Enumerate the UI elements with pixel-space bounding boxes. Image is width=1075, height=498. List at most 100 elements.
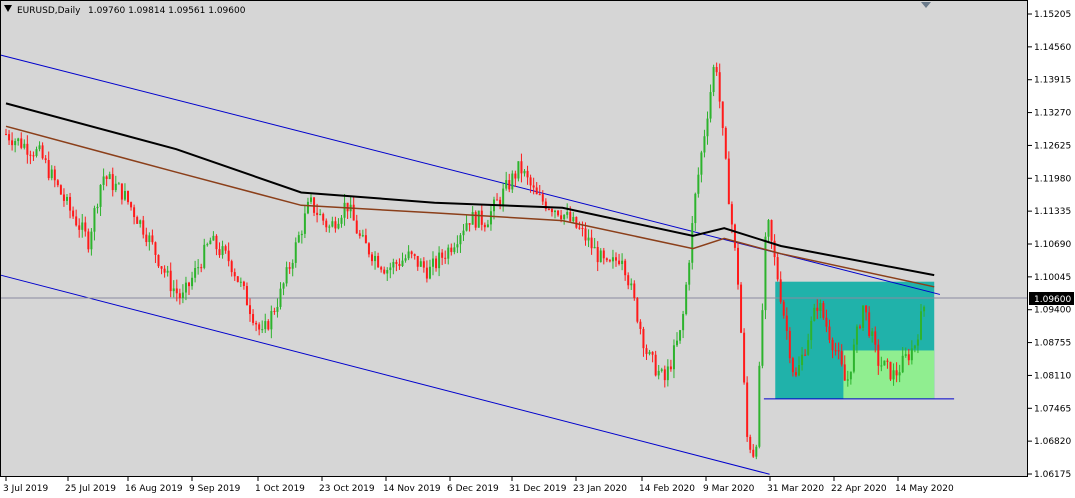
bear-candle <box>633 283 636 299</box>
price-tick-label: 1.06820 <box>1034 437 1071 447</box>
bear-candle <box>575 216 578 228</box>
bear-candle <box>288 267 291 269</box>
bear-candle <box>541 194 544 202</box>
bear-candle <box>877 344 880 366</box>
bear-candle <box>721 101 724 128</box>
bear-candle <box>352 204 355 221</box>
bull-candle <box>852 344 855 372</box>
bear-candle <box>169 270 172 292</box>
bull-candle <box>621 260 624 265</box>
bear-candle <box>395 261 398 264</box>
bear-candle <box>142 220 145 235</box>
inner-zone <box>843 350 935 399</box>
bull-candle <box>758 365 761 447</box>
bull-candle <box>523 170 526 174</box>
price-tick-label: 1.08755 <box>1034 339 1071 349</box>
bull-candle <box>904 354 907 356</box>
bull-candle <box>139 220 142 224</box>
bear-candle <box>11 140 14 146</box>
bull-candle <box>340 217 343 224</box>
bull-candle <box>291 262 294 269</box>
bear-candle <box>273 310 276 312</box>
price-tick-label: 1.12625 <box>1034 141 1071 151</box>
bear-candle <box>383 269 386 274</box>
bear-candle <box>136 217 139 224</box>
bear-candle <box>834 350 837 352</box>
bull-candle <box>35 149 38 156</box>
bear-candle <box>782 301 785 316</box>
bull-candle <box>438 252 441 269</box>
bull-candle <box>17 138 20 142</box>
bull-candle <box>99 184 102 207</box>
bear-candle <box>367 243 370 255</box>
bear-candle <box>87 231 90 250</box>
bull-candle <box>676 340 678 346</box>
bull-candle <box>108 174 111 179</box>
bear-candle <box>84 222 87 232</box>
bear-candle <box>532 185 535 188</box>
bull-candle <box>767 220 770 237</box>
bull-candle <box>392 261 395 268</box>
bear-candle <box>740 284 743 333</box>
current-price-tag-label: 1.09600 <box>1034 295 1071 305</box>
time-tick-label: 23 Jan 2020 <box>573 484 627 494</box>
bull-candle <box>916 339 919 346</box>
bear-candle <box>499 199 502 205</box>
bull-candle <box>810 320 813 341</box>
bull-candle <box>194 268 197 278</box>
bull-candle <box>505 180 508 189</box>
bull-candle <box>672 345 675 370</box>
bear-candle <box>163 268 166 273</box>
price-chart: 1.15205 1.14560 1.13915 1.13270 1.12625 1.119… <box>0 0 1075 498</box>
time-tick-label: 25 Jul 2019 <box>65 484 116 494</box>
bull-candle <box>703 136 706 153</box>
bear-candle <box>538 194 541 196</box>
bear-candle <box>252 314 255 323</box>
price-tick-label: 1.08110 <box>1034 371 1071 381</box>
bear-candle <box>255 322 258 325</box>
bear-candle <box>69 196 72 211</box>
bear-candle <box>358 233 361 236</box>
bull-candle <box>819 303 822 312</box>
time-tick-label: 9 Sep 2019 <box>189 484 241 494</box>
bull-candle <box>563 214 566 220</box>
bear-candle <box>618 260 621 265</box>
bull-candle <box>114 183 117 191</box>
bear-candle <box>441 252 444 258</box>
bear-candle <box>133 207 136 218</box>
bull-candle <box>270 310 273 330</box>
bull-candle <box>660 369 663 371</box>
bear-candle <box>480 210 483 225</box>
bear-candle <box>154 242 157 255</box>
bull-candle <box>611 257 614 262</box>
bull-candle <box>761 310 764 366</box>
time-tick-label: 16 Aug 2019 <box>125 484 183 494</box>
bull-candle <box>306 201 309 214</box>
bull-candle <box>764 236 767 311</box>
bear-candle <box>175 288 178 294</box>
bull-candle <box>221 246 224 256</box>
bull-candle <box>337 223 340 229</box>
bear-candle <box>496 199 499 201</box>
time-tick-label: 9 Mar 2020 <box>703 484 755 494</box>
bull-candle <box>66 196 68 201</box>
bull-candle <box>319 214 322 216</box>
bear-candle <box>218 249 221 256</box>
bear-candle <box>578 227 581 229</box>
bull-candle <box>630 283 633 286</box>
bear-candle <box>8 134 11 141</box>
bull-candle <box>212 235 215 241</box>
bull-candle <box>566 212 569 215</box>
bear-candle <box>224 246 227 251</box>
bull-candle <box>685 284 688 315</box>
bear-candle <box>413 254 416 256</box>
bear-candle <box>889 361 892 380</box>
bull-candle <box>117 183 120 185</box>
bull-candle <box>700 152 703 175</box>
bear-candle <box>249 305 251 315</box>
bull-candle <box>697 174 700 194</box>
time-tick-label: 23 Oct 2019 <box>319 484 375 494</box>
bull-candle <box>102 176 105 185</box>
bear-candle <box>32 155 35 157</box>
bear-candle <box>468 223 471 225</box>
